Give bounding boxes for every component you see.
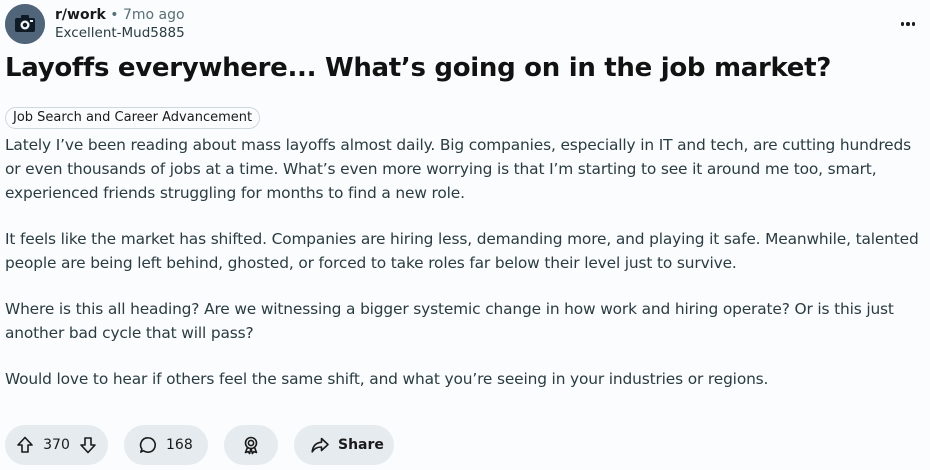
post-actions: 370 168 Share [5,425,394,465]
share-button[interactable]: Share [294,425,394,465]
upvote-arrow-icon[interactable] [15,435,35,455]
comments-button[interactable]: 168 [124,425,208,465]
award-button[interactable] [224,425,278,465]
author-link[interactable]: Excellent-Mud5885 [55,24,185,42]
comment-bubble-icon [138,435,158,455]
camera-avatar-icon [5,4,45,44]
award-icon [241,435,261,455]
post-meta-top: r/work • 7mo ago [55,6,185,24]
post-title: Layoffs everywhere... What’s going on in… [5,53,832,83]
overflow-menu-icon[interactable] [898,16,918,32]
subreddit-link[interactable]: r/work [55,7,106,23]
meta-separator: • [110,7,119,23]
post-meta: r/work • 7mo ago Excellent-Mud5885 [55,6,185,42]
post-paragraph: Would love to hear if others feel the sa… [5,370,769,388]
post-flair[interactable]: Job Search and Career Advancement [5,107,261,129]
post-time: 7mo ago [122,7,185,23]
share-arrow-icon [310,435,330,455]
post-paragraph: Where is this all heading? Are we witnes… [5,300,894,342]
downvote-arrow-icon[interactable] [78,435,98,455]
subreddit-avatar[interactable] [5,4,45,44]
post-paragraph: It feels like the market has shifted. Co… [5,230,919,272]
comment-count: 168 [166,437,193,453]
vote-control: 370 [5,425,108,465]
post-body: Lately I’ve been reading about mass layo… [5,133,925,413]
post-paragraph: Lately I’ve been reading about mass layo… [5,136,911,202]
share-label: Share [338,437,384,453]
vote-count: 370 [43,437,70,453]
post-header: r/work • 7mo ago Excellent-Mud5885 [5,4,930,44]
